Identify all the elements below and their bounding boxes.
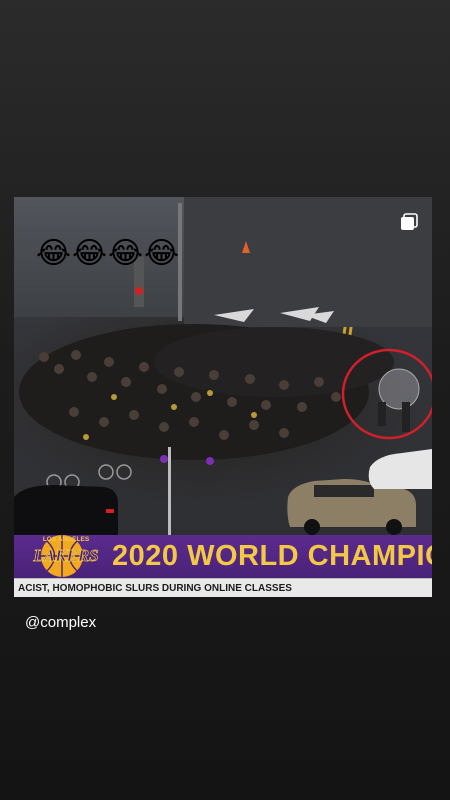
banner-title: 2020 WORLD CHAMPIONS	[112, 540, 432, 572]
laughing-emoji-icon: 😂	[72, 236, 108, 271]
news-video-frame: 😂 😂 😂 😂	[14, 197, 432, 535]
ticker-text: ACIST, HOMOPHOBIC SLURS DURING ONLINE CL…	[18, 583, 292, 594]
lakers-logo: LOS ANGELES LAKERS	[32, 535, 99, 577]
reposted-post[interactable]: 😂 😂 😂 😂 LOS ANGELES LAKERS 2020 WORLD CH…	[14, 197, 432, 597]
multiple-images-icon	[401, 213, 418, 230]
story-screen[interactable]: 😂 😂 😂 😂 LOS ANGELES LAKERS 2020 WORLD CH…	[0, 0, 450, 800]
laughing-emoji-icon: 😂	[36, 236, 72, 271]
emoji-sticker-row[interactable]: 😂 😂 😂 😂	[36, 236, 180, 271]
laughing-emoji-icon: 😂	[108, 236, 144, 271]
logo-text-main: LAKERS	[32, 546, 98, 565]
logo-text-top: LOS ANGELES	[43, 536, 90, 543]
news-ticker: ACIST, HOMOPHOBIC SLURS DURING ONLINE CL…	[14, 578, 432, 597]
laughing-emoji-icon: 😂	[144, 236, 180, 271]
news-banner: LOS ANGELES LAKERS 2020 WORLD CHAMPIONS	[14, 535, 432, 578]
mention-sticker[interactable]: @complex	[25, 614, 96, 631]
